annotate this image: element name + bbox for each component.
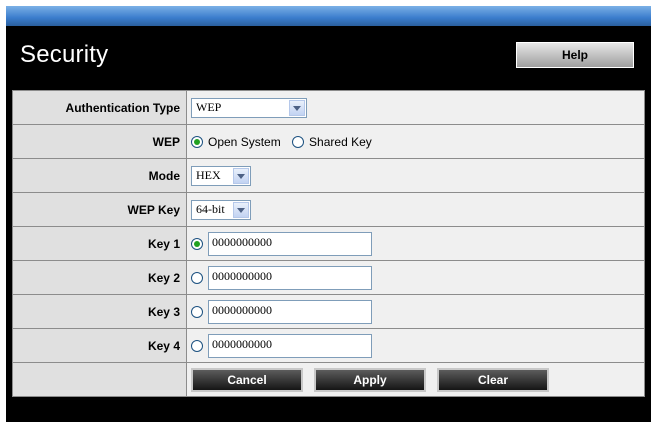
key-row: Key 2 0000000000 bbox=[12, 260, 645, 295]
button-row: Cancel Apply Clear bbox=[12, 362, 645, 397]
button-row-spacer bbox=[12, 362, 187, 397]
key-4-radio[interactable] bbox=[191, 339, 203, 352]
shared-key-radio[interactable] bbox=[292, 135, 305, 148]
wep-label: WEP bbox=[12, 124, 187, 159]
auth-type-label: Authentication Type bbox=[12, 90, 187, 125]
key-3-label: Key 3 bbox=[12, 294, 187, 329]
mode-row: Mode HEX bbox=[12, 158, 645, 193]
chevron-down-icon bbox=[289, 99, 305, 116]
chevron-down-icon bbox=[233, 201, 249, 218]
key-1-label: Key 1 bbox=[12, 226, 187, 261]
security-panel: Security Help Authentication Type WEP WE… bbox=[6, 6, 651, 422]
shared-key-label: Shared Key bbox=[309, 134, 372, 149]
wep-key-row: WEP Key 64-bit bbox=[12, 192, 645, 227]
chevron-down-icon bbox=[233, 167, 249, 184]
key-2-input[interactable]: 0000000000 bbox=[208, 265, 372, 290]
open-system-radio[interactable] bbox=[191, 135, 203, 148]
cancel-button[interactable]: Cancel bbox=[191, 367, 303, 392]
key-4-input[interactable]: 0000000000 bbox=[208, 333, 372, 358]
mode-select[interactable]: HEX bbox=[191, 165, 251, 186]
top-accent-bar bbox=[6, 6, 651, 26]
key-1-radio[interactable] bbox=[191, 237, 203, 250]
key-2-radio[interactable] bbox=[191, 271, 203, 284]
key-4-label: Key 4 bbox=[12, 328, 187, 363]
key-1-input[interactable]: 0000000000 bbox=[208, 231, 372, 256]
mode-label: Mode bbox=[12, 158, 187, 193]
auth-type-select[interactable]: WEP bbox=[191, 97, 307, 118]
key-row: Key 3 0000000000 bbox=[12, 294, 645, 329]
key-row: Key 4 0000000000 bbox=[12, 328, 645, 363]
key-3-input[interactable]: 0000000000 bbox=[208, 299, 372, 324]
auth-type-value: WEP bbox=[196, 100, 222, 114]
mode-value: HEX bbox=[196, 168, 221, 182]
wep-key-select[interactable]: 64-bit bbox=[191, 199, 251, 220]
wep-key-label: WEP Key bbox=[12, 192, 187, 227]
key-row: Key 1 0000000000 bbox=[12, 226, 645, 261]
key-2-label: Key 2 bbox=[12, 260, 187, 295]
key-3-radio[interactable] bbox=[191, 305, 203, 318]
help-button[interactable]: Help bbox=[516, 42, 634, 68]
clear-button[interactable]: Clear bbox=[437, 367, 549, 392]
page-title: Security bbox=[20, 41, 109, 68]
wep-row: WEP Open System Shared Key bbox=[12, 124, 645, 159]
open-system-label: Open System bbox=[208, 134, 281, 149]
wep-key-value: 64-bit bbox=[196, 202, 225, 216]
security-form: Authentication Type WEP WEP Open System … bbox=[12, 90, 645, 397]
auth-type-row: Authentication Type WEP bbox=[12, 90, 645, 125]
apply-button[interactable]: Apply bbox=[314, 367, 426, 392]
header: Security Help bbox=[6, 26, 651, 86]
